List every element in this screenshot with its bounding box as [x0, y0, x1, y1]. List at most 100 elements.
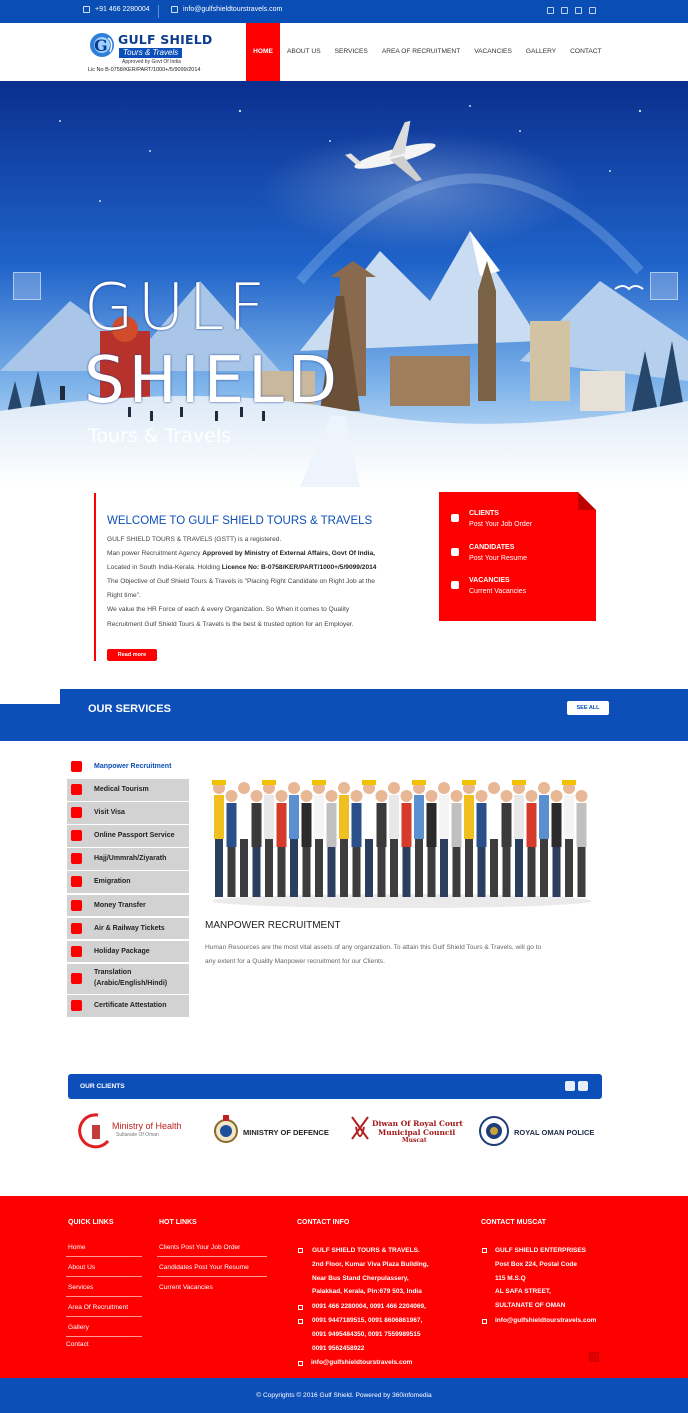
- service-online-passport[interactable]: Online Passport Service: [67, 825, 189, 847]
- footer-link-about[interactable]: About Us: [68, 1264, 95, 1271]
- quick-link-title: CLIENTS: [469, 510, 499, 517]
- nav-services[interactable]: SERVICES: [328, 23, 375, 81]
- nav-vacancies[interactable]: VACANCIES: [467, 23, 519, 81]
- clients-next-button[interactable]: [578, 1081, 588, 1091]
- oman-khanjar-emblem-icon: [351, 1116, 369, 1140]
- service-visit-visa[interactable]: Visit Visa: [67, 802, 189, 824]
- mobile-line: 0091 9447189515, 0091 8606861967,: [312, 1317, 423, 1324]
- welcome-line-text: Man power Recruitment Agency: [107, 550, 203, 558]
- services-list: Manpower Recruitment Medical Tourism Vis…: [67, 756, 189, 1019]
- royal-oman-police-badge-icon: [479, 1116, 509, 1146]
- footer-link-home[interactable]: Home: [68, 1244, 86, 1251]
- service-label: Emigration: [94, 878, 131, 886]
- service-label: Visit Visa: [94, 809, 125, 817]
- contact-email[interactable]: info@gulfshieldtourstravels.com: [311, 1356, 412, 1370]
- page-fold-corner: [578, 492, 596, 510]
- client-ministry-of-health[interactable]: Ministry of Health Sultanate Of Oman: [78, 1111, 193, 1151]
- logo-subtitle: Tours & Travels: [119, 48, 183, 58]
- nav-gallery[interactable]: GALLERY: [519, 23, 563, 81]
- service-translation[interactable]: Translation (Arabic/English/Hindi): [67, 963, 189, 994]
- twitter-icon[interactable]: [561, 7, 568, 14]
- client-royal-oman-police[interactable]: ROYAL OMAN POLICE: [478, 1111, 594, 1151]
- hot-links-title: HOT LINKS: [159, 1219, 197, 1226]
- slider-next-button[interactable]: [650, 272, 678, 300]
- footer-hot-link[interactable]: Current Vacancies: [159, 1284, 213, 1291]
- address-line: 2nd Floor, Kumar Viva Plaza Building,: [312, 1260, 429, 1268]
- footer-link-recruitment[interactable]: Area Of Recruitment: [68, 1304, 128, 1311]
- muscat-email[interactable]: info@gulfshieldtourstravels.com: [495, 1314, 596, 1328]
- nav-contact[interactable]: CONTACT: [563, 23, 608, 81]
- welcome-line: GULF SHIELD TOURS & TRAVELS (GSTT) is a …: [107, 536, 282, 543]
- welcome-line: Located in South India-Kerala. Holding L…: [107, 561, 427, 575]
- welcome-line: Right time".: [107, 592, 141, 600]
- facebook-icon[interactable]: [547, 7, 554, 14]
- see-all-button[interactable]: SEE ALL: [567, 701, 609, 715]
- slider-prev-button[interactable]: [13, 272, 41, 300]
- services-header-band: OUR SERVICES SEE ALL: [0, 689, 688, 741]
- palm-tree-icon: [71, 945, 82, 957]
- footer-link-services[interactable]: Services: [68, 1284, 93, 1291]
- emigration-icon: [71, 876, 82, 888]
- service-medical-tourism[interactable]: Medical Tourism: [67, 779, 189, 801]
- read-more-button[interactable]: Read more: [107, 649, 157, 661]
- client-name: MINISTRY OF DEFENCE: [243, 1128, 329, 1137]
- welcome-line-text: Located in South India-Kerala. Holding: [107, 564, 222, 572]
- service-certificate-attestation[interactable]: Certificate Attestation: [67, 995, 189, 1017]
- mobile-line: 0091 9562458922: [312, 1344, 365, 1352]
- linkedin-icon[interactable]: [589, 7, 596, 14]
- muscat-address: GULF SHIELD ENTERPRISES Post Box 224, Po…: [495, 1244, 586, 1313]
- contact-mobile: 0091 9447189515, 0091 8606861967, 0091 9…: [312, 1314, 422, 1355]
- divider: [66, 1276, 142, 1277]
- passport-icon: [71, 830, 82, 842]
- client-name: Diwan Of Royal Court: [372, 1119, 463, 1128]
- service-holiday-package[interactable]: Holiday Package: [67, 940, 189, 963]
- welcome-line: Recruitment Gulf Shield Tours & Travels …: [107, 620, 354, 628]
- quick-link-title: VACANCIES: [469, 577, 510, 584]
- divider: [66, 1296, 142, 1297]
- client-diwan-royal-court[interactable]: Diwan Of Royal Court Municipal Council M…: [348, 1111, 463, 1151]
- top-bar: +91 466 2280004 info@gulfshieldtourstrav…: [0, 0, 688, 23]
- service-manpower-recruitment[interactable]: Manpower Recruitment: [67, 756, 189, 778]
- license-number: Lic No B-0758/KER/PART/1000+/5/9099/2014: [88, 67, 201, 73]
- client-name: ROYAL OMAN POLICE: [514, 1128, 595, 1137]
- contact-phone: 0091 466 2280004, 0091 466 2204069,: [312, 1303, 426, 1310]
- footer-link-gallery[interactable]: Gallery: [68, 1324, 89, 1331]
- divider: [66, 1336, 142, 1337]
- service-money-transfer[interactable]: Money Transfer: [67, 894, 189, 917]
- copyright-bar: © Copyrights © 2016 Gulf Shield. Powered…: [0, 1378, 688, 1413]
- back-to-top-button[interactable]: [589, 1352, 599, 1362]
- contact-muscat-title: CONTACT MUSCAT: [481, 1219, 547, 1226]
- footer-link-contact[interactable]: Contact: [66, 1341, 89, 1348]
- mail-icon: [171, 6, 178, 13]
- contact-address: GULF SHIELD TOURS & TRAVELS. 2nd Floor, …: [312, 1244, 429, 1299]
- copyright-text: © Copyrights © 2016 Gulf Shield. Powered…: [256, 1392, 432, 1399]
- footer-hot-link[interactable]: Clients Post Your Job Order: [159, 1244, 240, 1251]
- service-label: Hajj/Ummrah/Ziyarath: [94, 855, 167, 863]
- service-air-railway[interactable]: Air & Railway Tickets: [67, 917, 189, 940]
- gulf-shield-logo-icon[interactable]: G: [88, 30, 116, 60]
- service-description-line: Human Resources are the most vital asset…: [205, 944, 542, 951]
- client-ministry-of-defence[interactable]: MINISTRY OF DEFENCE: [213, 1111, 329, 1151]
- client-subname: Muscat: [402, 1137, 427, 1144]
- welcome-line: We value the HR Force of each & every Or…: [107, 606, 350, 614]
- footer-hot-link[interactable]: Candidates Post Your Resume: [159, 1264, 249, 1271]
- quick-links-title: QUICK LINKS: [68, 1219, 114, 1226]
- google-plus-icon[interactable]: [575, 7, 582, 14]
- nav-area-of-recruitment[interactable]: AREA OF RECRUITMENT: [375, 23, 467, 81]
- medical-kit-icon: [71, 784, 82, 796]
- service-hajj-ummrah[interactable]: Hajj/Ummrah/Ziyarath: [67, 848, 189, 870]
- topbar-phone[interactable]: +91 466 2280004: [83, 6, 150, 13]
- nav-about-us[interactable]: ABOUT US: [280, 23, 328, 81]
- hero-title-line1: GULF: [84, 271, 269, 345]
- service-emigration[interactable]: Emigration: [67, 871, 189, 893]
- phone-icon: [298, 1305, 303, 1310]
- mail-icon: [298, 1361, 303, 1366]
- nav-home[interactable]: HOME: [246, 23, 280, 81]
- welcome-line-bold: Approved by Ministry of External Affairs…: [202, 550, 375, 558]
- service-heading: MANPOWER RECRUITMENT: [205, 920, 341, 931]
- topbar-email[interactable]: info@gulfshieldtourstravels.com: [171, 6, 282, 13]
- clients-prev-button[interactable]: [565, 1081, 575, 1091]
- service-label: Holiday Package: [94, 947, 150, 955]
- welcome-line: The Objective of Gulf Shield Tours & Tra…: [107, 578, 375, 586]
- mobile-line: 0091 9495484350, 0091 7559989515: [312, 1330, 421, 1338]
